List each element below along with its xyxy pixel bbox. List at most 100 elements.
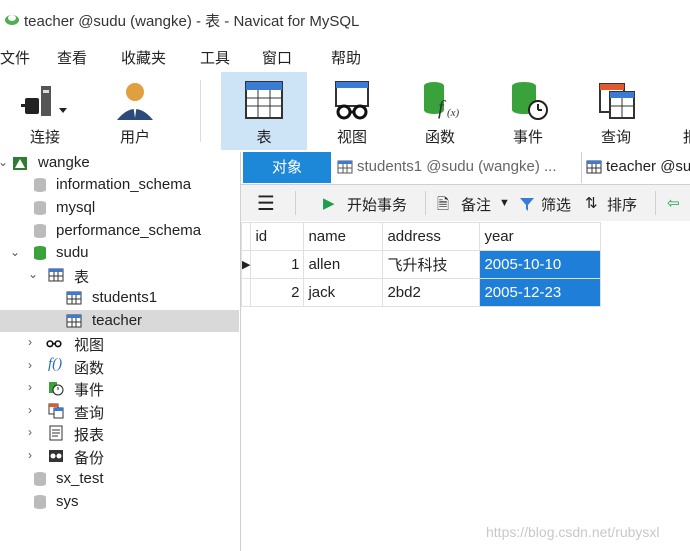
menu-window[interactable]: 窗口 [262,47,292,68]
tab-students1[interactable]: students1 @sudu (wangke) ... [333,152,582,183]
tree-db-mysql[interactable]: mysql [0,197,239,219]
menu-favorites[interactable]: 收藏夹 [121,47,166,68]
user-icon [117,83,153,120]
menu-tools[interactable]: 工具 [200,47,230,68]
tree-events-group[interactable]: › 事件 [0,377,239,399]
event-icon [49,382,64,396]
column-header-address[interactable]: address [382,222,481,251]
view-button[interactable]: 视图 [309,72,395,150]
user-label: 用户 [119,129,150,146]
tree-connection-wangke[interactable]: ⌄ wangke [0,152,239,174]
function-icon: f (x) [424,82,460,119]
database-name: sudu [56,244,89,261]
import-icon[interactable]: ⇦ [667,194,680,212]
chevron-right-icon[interactable]: › [28,425,32,439]
sort-button[interactable]: 排序 [607,194,637,215]
toolbar-divider [655,191,656,215]
tree-db-information-schema[interactable]: information_schema [0,174,239,196]
table-icon [337,160,353,174]
tab-bar: 对象 students1 @sudu (wangke) ... teacher … [241,152,690,185]
database-gray-icon [34,201,46,215]
connection-button[interactable]: 连接 [0,72,90,150]
filter-button[interactable]: 筛选 [541,194,571,215]
chevron-right-icon[interactable]: › [28,358,32,372]
title-bar: teacher @sudu (wangke) - 表 - Navicat for… [0,0,690,40]
database-name: performance_schema [56,222,202,239]
tree-table-teacher[interactable]: teacher [0,310,239,332]
note-button[interactable]: 备注 [461,194,491,215]
current-row-arrow-icon: ▶ [240,250,252,279]
query-icon [48,403,64,419]
menu-file[interactable]: 文件 [0,47,30,68]
table-icon [48,268,64,282]
cell-address[interactable]: 2bd2 [382,278,481,307]
cell-name[interactable]: allen [303,250,384,279]
tree-reports-group[interactable]: › 报表 [0,422,239,444]
column-header-id[interactable]: id [250,222,305,251]
group-label: 备份 [74,450,105,467]
tree-queries-group[interactable]: › 查询 [0,400,239,422]
tab-objects[interactable]: 对象 [243,152,331,183]
dropdown-arrow-icon[interactable]: ▼ [499,197,510,209]
table-row[interactable]: 2 jack 2bd2 2005-12-23 [240,278,602,307]
tables-label: 表 [74,269,90,286]
chevron-right-icon[interactable]: › [28,380,32,394]
data-table: id name address year ▶ 1 allen 飞升科技 2005… [240,222,602,307]
watermark: https://blog.csdn.net/rubysxl [486,524,660,540]
report-button[interactable]: 报 [661,72,690,150]
sort-icon: ⇅ [585,195,598,212]
view-icon [335,81,369,120]
tree-table-students1[interactable]: students1 [0,287,239,309]
begin-transaction-button[interactable]: 开始事务 [347,194,407,215]
database-gray-icon [34,495,46,509]
tree-backups-group[interactable]: › 备份 [0,445,239,467]
database-name: information_schema [56,176,192,193]
tree-functions-group[interactable]: › f() 函数 [0,355,239,377]
chevron-right-icon[interactable]: › [28,448,32,462]
tree-db-sx-test[interactable]: sx_test [0,468,239,490]
database-gray-icon [34,224,46,238]
table-icon [245,81,283,119]
tree-tables-group[interactable]: ⌄ 表 [0,264,239,286]
menu-help[interactable]: 帮助 [331,47,361,68]
chevron-down-icon[interactable]: ⌄ [10,245,20,259]
connection-label: 连接 [29,129,60,146]
hamburger-menu-icon[interactable]: ☰ [257,191,275,216]
tab-teacher[interactable]: teacher @su [582,152,690,183]
column-header-year[interactable]: year [479,222,602,251]
tree-db-sudu[interactable]: ⌄ sudu [0,242,239,264]
header-row: id name address year [240,222,602,251]
database-gray-icon [34,178,46,192]
cell-year[interactable]: 2005-10-10 [479,250,602,279]
event-button[interactable]: 事件 [485,72,571,150]
cell-id[interactable]: 1 [250,250,305,279]
chevron-right-icon[interactable]: › [28,335,32,349]
menu-bar: 文件 查看 收藏夹 工具 窗口 帮助 [0,40,690,72]
table-label: 表 [256,129,272,146]
chevron-right-icon[interactable]: › [28,403,32,417]
chevron-down-icon[interactable]: ⌄ [0,155,8,169]
tree-db-sys[interactable]: sys [0,491,239,513]
tree-views-group[interactable]: › 视图 [0,332,239,354]
cell-year[interactable]: 2005-12-23 [479,278,602,307]
database-name: mysql [56,199,96,216]
cell-id[interactable]: 2 [250,278,305,307]
tree-db-performance-schema[interactable]: performance_schema [0,220,239,242]
cell-address[interactable]: 飞升科技 [382,250,481,279]
column-header-name[interactable]: name [303,222,384,251]
tab-label: students1 @sudu (wangke) ... [357,158,557,175]
svg-text:(x): (x) [447,107,460,119]
table-name: teacher [92,312,143,329]
cell-name[interactable]: jack [303,278,384,307]
query-button[interactable]: 查询 [573,72,659,150]
table-row[interactable]: ▶ 1 allen 飞升科技 2005-10-10 [240,250,602,279]
function-icon: f() [48,356,63,372]
table-button[interactable]: 表 [221,72,307,150]
menu-view[interactable]: 查看 [57,47,87,68]
user-button[interactable]: 用户 [92,72,178,150]
object-toolbar: ☰ ▶ 开始事务 🗎 备注 ▼ 筛选 ⇅ 排序 ⇦ [241,185,690,221]
main-toolbar: 连接 用户 表 视图 f (x) 函数 事件 查询 [0,72,690,153]
chevron-down-icon[interactable]: ⌄ [28,267,38,281]
database-green-icon [34,246,46,260]
function-button[interactable]: f (x) 函数 [397,72,483,150]
